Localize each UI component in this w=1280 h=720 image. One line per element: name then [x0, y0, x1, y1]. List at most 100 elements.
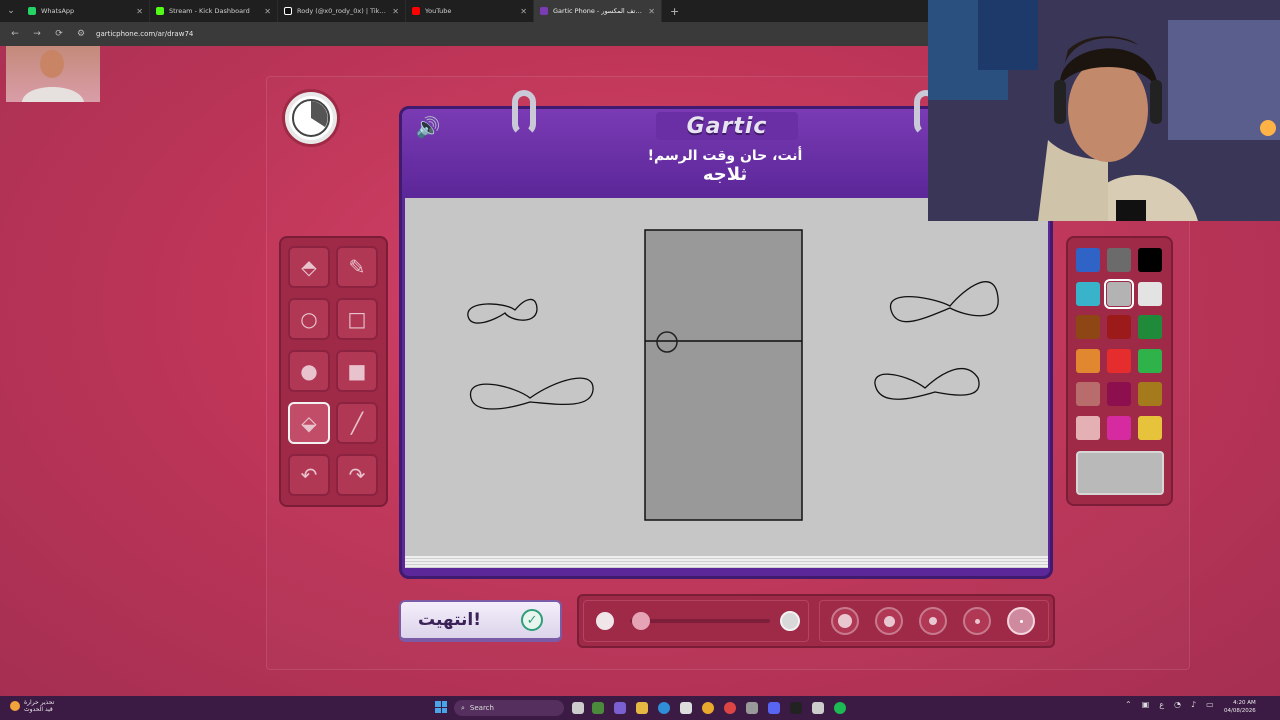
line-tool-icon[interactable]: ╱	[336, 402, 378, 444]
color-swatch[interactable]	[1107, 415, 1131, 440]
color-swatch[interactable]	[1076, 348, 1100, 373]
taskbar-search[interactable]: ⌕ Search	[454, 700, 564, 716]
windows-start-icon[interactable]	[435, 701, 447, 713]
weather-line-1: تحذير حرارة	[24, 699, 55, 706]
app-icon[interactable]	[592, 702, 604, 714]
brush-size-4[interactable]	[963, 607, 991, 635]
store-icon[interactable]	[680, 702, 692, 714]
edge-icon[interactable]	[658, 702, 670, 714]
tab-close-icon[interactable]: ✕	[392, 7, 399, 16]
app-icon[interactable]	[614, 702, 626, 714]
tab-close-icon[interactable]: ✕	[648, 7, 655, 16]
clock-time: 4:20 AM	[1233, 700, 1256, 706]
task-view-icon[interactable]	[572, 702, 584, 714]
color-swatch[interactable]	[1138, 281, 1162, 306]
color-swatch[interactable]	[1107, 315, 1131, 339]
word-to-draw: ثلاجه	[702, 164, 748, 185]
done-button[interactable]: انتهيت! ✓	[399, 600, 562, 642]
brush-size-1[interactable]	[831, 607, 859, 635]
new-tab-button[interactable]: +	[662, 5, 679, 18]
color-swatch[interactable]	[1076, 248, 1100, 272]
undo-icon[interactable]: ↶	[288, 454, 330, 496]
site-info-icon[interactable]: ⚙	[74, 29, 88, 39]
app-icon[interactable]	[790, 702, 802, 714]
color-swatch[interactable]	[1107, 248, 1131, 272]
search-placeholder: Search	[469, 704, 494, 712]
tray-app-icon[interactable]: ▣	[1142, 700, 1150, 709]
back-arrow-icon[interactable]: ←	[8, 29, 22, 39]
app-icon[interactable]	[724, 702, 736, 714]
chrome-icon[interactable]	[702, 702, 714, 714]
tab-gartic-phone[interactable]: Gartic Phone - لعبة الهاتف المكسور ✕	[534, 0, 662, 22]
taskbar-clock[interactable]: 4:20 AM 04/08/2026	[1224, 699, 1256, 715]
tab-close-icon[interactable]: ✕	[264, 7, 271, 16]
url-field[interactable]: garticphone.com/ar/draw74	[96, 30, 193, 38]
app-icon[interactable]	[746, 702, 758, 714]
rectangle-filled-tool-icon[interactable]: ■	[336, 350, 378, 392]
battery-icon[interactable]: ▭	[1206, 700, 1214, 709]
done-label: انتهيت!	[417, 610, 482, 630]
color-swatch[interactable]	[1138, 248, 1162, 272]
sound-toggle-button[interactable]: 🔊	[413, 113, 443, 141]
color-swatch[interactable]	[1076, 315, 1100, 339]
check-icon: ✓	[521, 609, 544, 631]
tab-title: Gartic Phone - لعبة الهاتف المكسور	[553, 7, 644, 15]
tray-chevron-icon[interactable]: ⌃	[1125, 700, 1132, 709]
color-swatch[interactable]	[1138, 382, 1162, 406]
color-swatch[interactable]	[1104, 278, 1134, 309]
file-explorer-icon[interactable]	[636, 702, 648, 714]
search-icon: ⌕	[461, 703, 465, 712]
network-icon[interactable]: ◔	[1174, 700, 1181, 709]
tab-title: Rody (@x0_rody_0x) | TikTok	[297, 7, 388, 15]
webcam-overlay-small	[6, 46, 100, 102]
scribble	[874, 367, 980, 400]
rectangle-outline-tool-icon[interactable]: □	[336, 298, 378, 340]
scribble	[890, 281, 999, 323]
forward-arrow-icon[interactable]: →	[30, 29, 44, 39]
tab-close-icon[interactable]: ✕	[520, 7, 527, 16]
opacity-slider-track[interactable]	[630, 619, 770, 623]
fill-bucket-tool-icon[interactable]: ⬙	[288, 402, 330, 444]
volume-icon[interactable]: ♪	[1191, 700, 1196, 709]
drawing-strokes[interactable]	[405, 198, 1048, 556]
tab-close-icon[interactable]: ✕	[136, 7, 143, 16]
tab-whatsapp[interactable]: WhatsApp ✕	[22, 0, 150, 22]
person-silhouette	[22, 50, 84, 102]
opacity-slider-handle[interactable]	[632, 612, 650, 630]
brush-size-5[interactable]	[1007, 607, 1035, 635]
discord-icon[interactable]	[768, 702, 780, 714]
weather-widget[interactable]: تحذير حرارة قيد الحدوث	[10, 699, 54, 713]
pencil-tool-icon[interactable]: ✎	[336, 246, 378, 288]
color-swatch[interactable]	[1107, 382, 1131, 406]
eraser-tool-icon[interactable]: ⬘	[288, 246, 330, 288]
ellipse-outline-tool-icon[interactable]: ○	[288, 298, 330, 340]
color-swatch[interactable]	[1076, 382, 1100, 406]
color-swatch[interactable]	[1076, 281, 1100, 306]
opacity-max-dot	[780, 611, 800, 631]
tab-kick-dashboard[interactable]: Stream - Kick Dashboard ✕	[150, 0, 278, 22]
gartic-logo: Gartic	[686, 113, 768, 139]
language-icon[interactable]: ع	[1159, 700, 1164, 709]
scribble	[470, 377, 594, 410]
tab-search-chevron-icon[interactable]: ⌄	[0, 0, 22, 22]
spotify-icon[interactable]	[834, 702, 846, 714]
current-color-preview[interactable]	[1076, 451, 1164, 495]
ellipse-filled-tool-icon[interactable]: ●	[288, 350, 330, 392]
color-swatch[interactable]	[1076, 415, 1100, 440]
tab-tiktok[interactable]: Rody (@x0_rody_0x) | TikTok ✕	[278, 0, 406, 22]
tab-youtube[interactable]: YouTube ✕	[406, 0, 534, 22]
color-swatch[interactable]	[1138, 415, 1162, 440]
reload-icon[interactable]: ⟳	[52, 29, 66, 39]
redo-icon[interactable]: ↷	[336, 454, 378, 496]
color-swatch[interactable]	[1107, 348, 1131, 373]
tiktok-favicon-icon	[284, 7, 292, 15]
brush-size-2[interactable]	[875, 607, 903, 635]
color-swatch[interactable]	[1138, 348, 1162, 373]
streamer-webcam-image	[928, 0, 1280, 221]
fridge-body	[644, 229, 803, 521]
app-icon[interactable]	[812, 702, 824, 714]
youtube-favicon-icon	[412, 7, 420, 15]
brush-size-3[interactable]	[919, 607, 947, 635]
color-swatch[interactable]	[1138, 315, 1162, 339]
address-bar: ← → ⟳ ⚙ garticphone.com/ar/draw74	[0, 22, 928, 46]
